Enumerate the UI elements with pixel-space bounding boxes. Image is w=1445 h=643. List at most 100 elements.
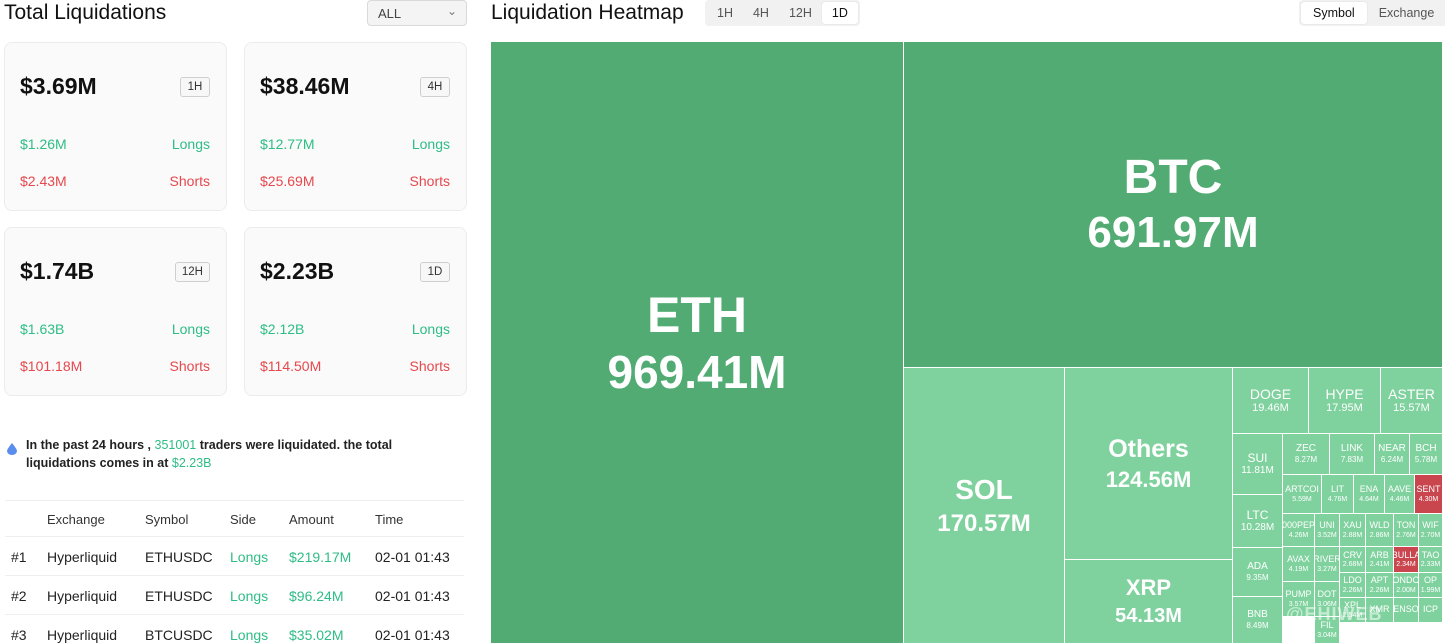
tile-value: 2.88M bbox=[1342, 531, 1363, 539]
panel-title: Total Liquidations bbox=[4, 1, 167, 24]
tile-value: 6.24M bbox=[1380, 454, 1404, 464]
table-row[interactable]: #2 Hyperliquid ETHUSDC Longs $96.24M 02-… bbox=[5, 575, 464, 614]
tile-symbol: Others bbox=[1108, 434, 1189, 463]
tile-symbol: SOL bbox=[955, 474, 1013, 506]
shorts-value: $101.18M bbox=[20, 358, 83, 374]
heatmap-tile-ltc[interactable]: LTC 10.28M bbox=[1232, 494, 1283, 548]
heatmap-tile-hype[interactable]: HYPE 17.95M bbox=[1308, 367, 1381, 434]
heatmap-tile-apt[interactable]: APT 2.26M bbox=[1365, 572, 1394, 598]
tile-symbol: HYPE bbox=[1325, 385, 1364, 402]
heatmap-tile-bch[interactable]: BCH 5.78M bbox=[1409, 433, 1442, 475]
heatmap-tile-zec[interactable]: ZEC 8.27M bbox=[1282, 433, 1330, 475]
tab-4h[interactable]: 4H bbox=[743, 2, 779, 24]
tile-value: 8.49M bbox=[1246, 620, 1269, 630]
tab-1d[interactable]: 1D bbox=[821, 2, 858, 24]
liquidation-table: Exchange Symbol Side Amount Time #1 Hype… bbox=[5, 500, 464, 643]
heatmap-tile-river[interactable]: RIVER 3.27M bbox=[1314, 546, 1340, 582]
tile-symbol: ASTER bbox=[1388, 385, 1435, 402]
heatmap-tile-bnb[interactable]: BNB 8.49M bbox=[1232, 596, 1283, 643]
heatmap-tile-ada[interactable]: ADA 9.35M bbox=[1232, 547, 1283, 597]
trader-count: 351001 bbox=[154, 438, 197, 452]
tile-value: 2.00M bbox=[1396, 586, 1416, 594]
tile-symbol: BULLA bbox=[1394, 549, 1418, 560]
summary-card-1h: $3.69M 1H $1.26M Longs $2.43M Shorts bbox=[4, 42, 227, 211]
heatmap-tile-icp[interactable]: ICP bbox=[1418, 597, 1442, 623]
filter-value: ALL bbox=[378, 6, 402, 21]
table-header: Exchange Symbol Side Amount Time bbox=[5, 500, 464, 536]
heatmap-tile-sui[interactable]: SUI 11.81M bbox=[1232, 433, 1283, 495]
row-time: 02-01 01:43 bbox=[375, 549, 450, 565]
tile-value: 3.04M bbox=[1317, 631, 1337, 639]
tile-value: 9.35M bbox=[1246, 572, 1269, 582]
row-amount: $35.02M bbox=[289, 627, 344, 643]
tab-12h[interactable]: 12H bbox=[779, 2, 822, 24]
exchange-filter-select[interactable]: ALL ⌄ bbox=[367, 0, 467, 26]
heatmap-tile-xrp[interactable]: XRP 54.13M bbox=[1064, 559, 1233, 643]
tile-symbol: LIT bbox=[1330, 484, 1344, 495]
heatmap-tile-near[interactable]: NEAR 6.24M bbox=[1374, 433, 1410, 475]
longs-label: Longs bbox=[171, 136, 210, 152]
tab-symbol[interactable]: Symbol bbox=[1301, 2, 1367, 24]
card-total: $2.23B bbox=[260, 258, 335, 284]
heatmap-tile-sol[interactable]: SOL 170.57M bbox=[903, 367, 1065, 643]
tile-symbol: ONDO bbox=[1394, 575, 1418, 586]
tile-symbol: XRP bbox=[1125, 575, 1172, 601]
tab-exchange[interactable]: Exchange bbox=[1367, 2, 1445, 24]
heatmap-tile-crv[interactable]: CRV 2.68M bbox=[1339, 546, 1366, 573]
card-total: $3.69M bbox=[20, 73, 97, 99]
shorts-label: Shorts bbox=[169, 173, 210, 189]
watermark: @EHIWEB bbox=[1286, 604, 1383, 624]
heatmap-tile-lit[interactable]: LIT 4.76M bbox=[1321, 474, 1354, 514]
heatmap-tile-btc[interactable]: BTC 691.97M bbox=[903, 42, 1442, 368]
heatmap-tile-aster[interactable]: ASTER 15.57M bbox=[1380, 367, 1442, 434]
heatmap-tile-doge[interactable]: DOGE 19.46M bbox=[1232, 367, 1309, 434]
heatmap-tile-xau[interactable]: XAU 2.88M bbox=[1339, 513, 1366, 547]
heatmap-tile-arb[interactable]: ARB 2.41M bbox=[1365, 546, 1394, 573]
longs-label: Longs bbox=[411, 136, 450, 152]
tile-value: 4.76M bbox=[1327, 495, 1348, 503]
col-symbol: Symbol bbox=[145, 512, 189, 527]
longs-value: $12.77M bbox=[260, 136, 315, 152]
tab-1h[interactable]: 1H bbox=[707, 2, 743, 24]
liquidation-summary-text: In the past 24 hours , 351001 traders we… bbox=[5, 436, 465, 472]
heatmap-tile-wif[interactable]: WIF 2.70M bbox=[1418, 513, 1442, 547]
tile-symbol: PUMP bbox=[1285, 589, 1312, 600]
table-row[interactable]: #1 Hyperliquid ETHUSDC Longs $219.17M 02… bbox=[5, 536, 464, 575]
tile-value: 2.68M bbox=[1342, 561, 1363, 569]
heatmap-tile-ena[interactable]: ENA 4.64M bbox=[1353, 474, 1385, 514]
tile-value: 2.26M bbox=[1369, 586, 1390, 594]
liquidation-heatmap: ETH 969.41M BTC 691.97M SOL 170.57M Others 124.… bbox=[491, 42, 1442, 643]
table-row[interactable]: #3 Hyperliquid BTCUSDC Longs $35.02M 02-… bbox=[5, 614, 464, 643]
tile-symbol: LTC bbox=[1246, 507, 1269, 522]
heatmap-tile-aave[interactable]: AAVE 4.46M bbox=[1384, 474, 1415, 514]
heatmap-tile-tao[interactable]: TAO 2.33M bbox=[1418, 546, 1442, 573]
heatmap-tile-ton[interactable]: TON 2.76M bbox=[1393, 513, 1419, 547]
heatmap-tile-000pep[interactable]: 000PEP 4.26M bbox=[1282, 513, 1315, 547]
row-amount: $96.24M bbox=[289, 588, 344, 604]
row-rank: #3 bbox=[11, 627, 27, 643]
heatmap-tile-bulla[interactable]: BULLA 2.34M bbox=[1393, 546, 1419, 573]
row-symbol: ETHUSDC bbox=[145, 588, 213, 604]
heatmap-tile-others[interactable]: Others 124.56M bbox=[1064, 367, 1233, 560]
tile-value: 2.26M bbox=[1342, 586, 1363, 594]
tile-symbol: CRV bbox=[1343, 549, 1362, 560]
heatmap-tile-op[interactable]: OP 1.99M bbox=[1418, 572, 1442, 598]
heatmap-tile-eth[interactable]: ETH 969.41M bbox=[491, 42, 904, 643]
heatmap-tile-ondo[interactable]: ONDO 2.00M bbox=[1393, 572, 1419, 598]
row-symbol: ETHUSDC bbox=[145, 549, 213, 565]
heatmap-tile-enso[interactable]: ENSO bbox=[1393, 597, 1419, 623]
grouping-tabs: Symbol Exchange bbox=[1299, 0, 1445, 26]
row-exchange: Hyperliquid bbox=[47, 627, 118, 643]
heatmap-tile-avax[interactable]: AVAX 4.19M bbox=[1282, 546, 1315, 582]
heatmap-tile-link[interactable]: LINK 7.83M bbox=[1329, 433, 1375, 475]
heatmap-tile-sent[interactable]: SENT 4.30M bbox=[1414, 474, 1442, 514]
tile-symbol: ARTCOI bbox=[1285, 484, 1319, 495]
heatmap-tile-wld[interactable]: WLD 2.86M bbox=[1365, 513, 1394, 547]
tile-value: 2.33M bbox=[1420, 561, 1441, 569]
tile-symbol: APT bbox=[1370, 575, 1389, 586]
tile-value: 2.76M bbox=[1396, 531, 1416, 539]
heatmap-tile-ldo[interactable]: LDO 2.26M bbox=[1339, 572, 1366, 598]
longs-value: $1.63B bbox=[20, 321, 65, 337]
heatmap-tile-artcoi[interactable]: ARTCOI 5.59M bbox=[1282, 474, 1322, 514]
heatmap-tile-uni[interactable]: UNI 3.52M bbox=[1314, 513, 1340, 547]
